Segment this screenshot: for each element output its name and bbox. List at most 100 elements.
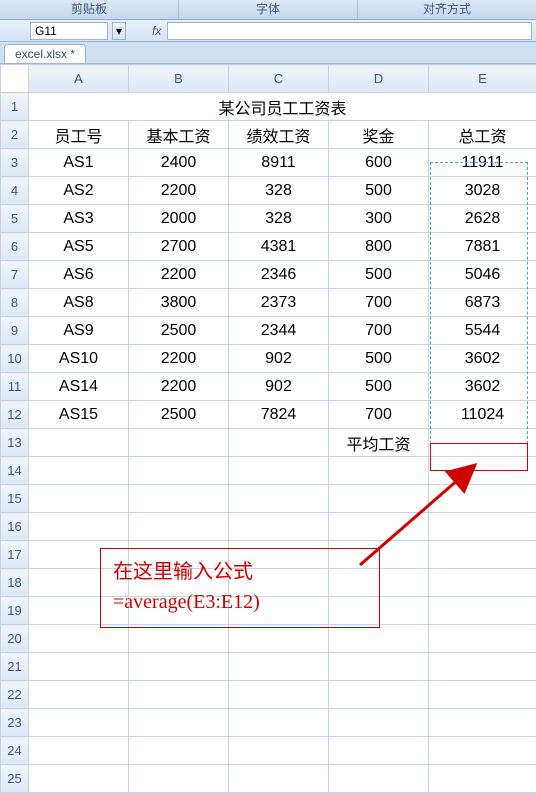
cell[interactable] (29, 765, 129, 793)
cell[interactable] (329, 709, 429, 737)
row-header[interactable]: 13 (1, 429, 29, 457)
cell[interactable] (129, 765, 229, 793)
cell[interactable] (229, 625, 329, 653)
cell[interactable] (229, 709, 329, 737)
cell[interactable]: 5544 (429, 317, 536, 345)
row-header[interactable]: 16 (1, 513, 29, 541)
cell[interactable]: AS2 (29, 177, 129, 205)
cell[interactable] (129, 457, 229, 485)
cell[interactable] (29, 457, 129, 485)
formula-bar[interactable] (167, 22, 532, 40)
cell[interactable]: 2200 (129, 373, 229, 401)
avg-label-cell[interactable]: 平均工资 (329, 429, 429, 457)
cell[interactable] (29, 681, 129, 709)
row-header[interactable]: 14 (1, 457, 29, 485)
cell[interactable] (129, 709, 229, 737)
cell[interactable]: 3602 (429, 373, 536, 401)
name-box-dropdown[interactable]: ▾ (112, 22, 126, 40)
cell[interactable]: 2700 (129, 233, 229, 261)
cell[interactable]: 2200 (129, 261, 229, 289)
cell[interactable] (329, 737, 429, 765)
cell[interactable]: AS10 (29, 345, 129, 373)
cell[interactable]: 500 (329, 345, 429, 373)
cell[interactable]: 员工号 (29, 121, 129, 149)
cell[interactable]: 2200 (129, 177, 229, 205)
cell[interactable]: 总工资 (429, 121, 536, 149)
cell[interactable]: 700 (329, 317, 429, 345)
cell[interactable] (29, 429, 129, 457)
cell[interactable] (429, 681, 536, 709)
cell[interactable] (329, 457, 429, 485)
cell[interactable]: 500 (329, 261, 429, 289)
cell[interactable] (429, 653, 536, 681)
cell[interactable]: AS9 (29, 317, 129, 345)
cell[interactable]: 800 (329, 233, 429, 261)
cell[interactable] (129, 485, 229, 513)
cell[interactable] (229, 457, 329, 485)
col-header-b[interactable]: B (129, 65, 229, 93)
cell[interactable]: 5046 (429, 261, 536, 289)
cell[interactable] (129, 737, 229, 765)
cell[interactable]: 500 (329, 177, 429, 205)
row-header[interactable]: 11 (1, 373, 29, 401)
cell[interactable]: 902 (229, 345, 329, 373)
cell[interactable] (429, 737, 536, 765)
cell[interactable]: 600 (329, 149, 429, 177)
cell[interactable] (429, 709, 536, 737)
cell[interactable] (129, 681, 229, 709)
cell[interactable]: 3602 (429, 345, 536, 373)
cell[interactable] (429, 541, 536, 569)
cell[interactable]: 328 (229, 205, 329, 233)
col-header-d[interactable]: D (329, 65, 429, 93)
cell[interactable] (429, 457, 536, 485)
cell[interactable]: 2000 (129, 205, 229, 233)
row-header[interactable]: 4 (1, 177, 29, 205)
cell[interactable] (229, 485, 329, 513)
cell[interactable] (329, 625, 429, 653)
select-all-corner[interactable] (1, 65, 29, 93)
cell[interactable]: 2628 (429, 205, 536, 233)
cell[interactable] (229, 429, 329, 457)
col-header-e[interactable]: E (429, 65, 536, 93)
ribbon-group-alignment[interactable]: 对齐方式 (358, 0, 536, 19)
cell[interactable]: 2346 (229, 261, 329, 289)
cell[interactable]: 11911 (429, 149, 536, 177)
row-header[interactable]: 20 (1, 625, 29, 653)
cell[interactable]: 4381 (229, 233, 329, 261)
row-header[interactable]: 12 (1, 401, 29, 429)
name-box[interactable]: G11 (30, 22, 108, 40)
cell[interactable] (429, 765, 536, 793)
cell[interactable] (29, 737, 129, 765)
cell[interactable] (129, 625, 229, 653)
cell[interactable]: 2373 (229, 289, 329, 317)
row-header[interactable]: 9 (1, 317, 29, 345)
cell[interactable] (229, 737, 329, 765)
row-header[interactable]: 22 (1, 681, 29, 709)
row-header[interactable]: 17 (1, 541, 29, 569)
cell[interactable]: AS3 (29, 205, 129, 233)
row-header[interactable]: 7 (1, 261, 29, 289)
row-header[interactable]: 24 (1, 737, 29, 765)
spreadsheet-grid[interactable]: A B C D E 1 某公司员工工资表 2 员工号 基本工资 绩效工资 奖金 … (0, 64, 536, 793)
cell[interactable]: 3800 (129, 289, 229, 317)
cell[interactable]: AS8 (29, 289, 129, 317)
cell[interactable]: AS14 (29, 373, 129, 401)
cell[interactable] (129, 429, 229, 457)
row-header[interactable]: 21 (1, 653, 29, 681)
sheet-title[interactable]: 某公司员工工资表 (29, 93, 536, 121)
cell[interactable] (129, 513, 229, 541)
cell[interactable]: 700 (329, 401, 429, 429)
cell[interactable]: 328 (229, 177, 329, 205)
cell[interactable] (129, 653, 229, 681)
cell[interactable]: 11024 (429, 401, 536, 429)
cell[interactable]: 8911 (229, 149, 329, 177)
row-header[interactable]: 6 (1, 233, 29, 261)
col-header-c[interactable]: C (229, 65, 329, 93)
row-header[interactable]: 18 (1, 569, 29, 597)
cell[interactable]: 700 (329, 289, 429, 317)
row-header[interactable]: 2 (1, 121, 29, 149)
cell[interactable] (429, 485, 536, 513)
cell[interactable] (429, 625, 536, 653)
cell[interactable] (429, 597, 536, 625)
cell[interactable] (229, 681, 329, 709)
